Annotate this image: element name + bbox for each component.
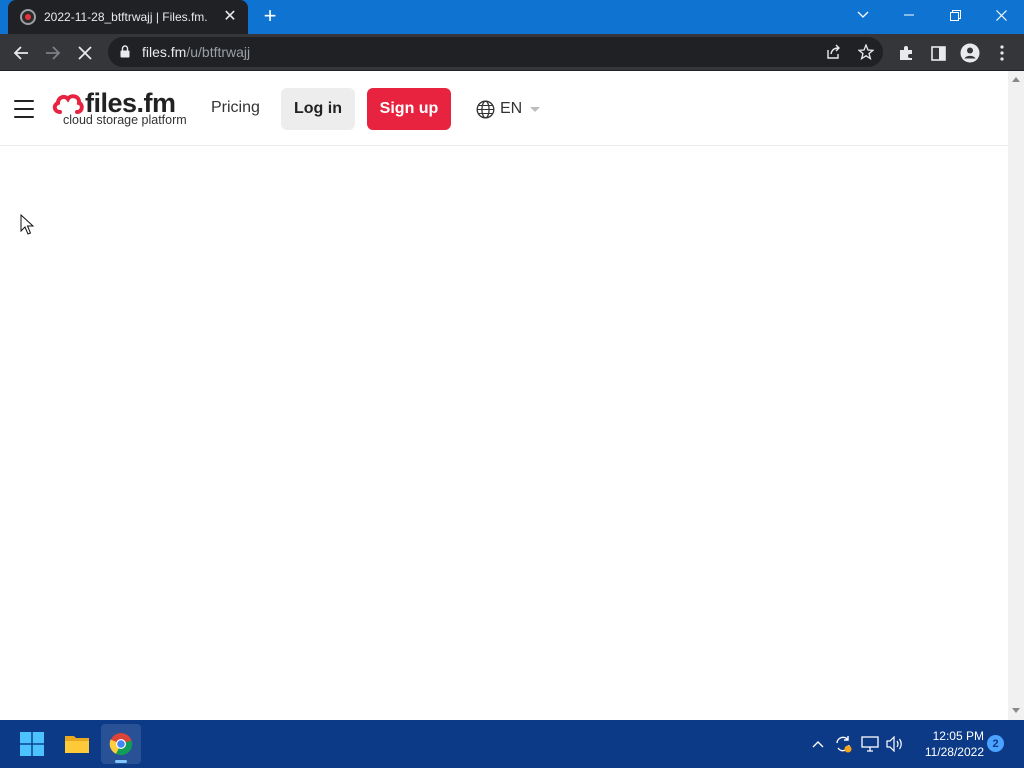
login-button[interactable]: Log in <box>281 88 355 130</box>
address-bar[interactable]: files.fm/u/btftrwajj <box>108 37 883 67</box>
browser-title-bar: 2022-11-28_btftrwajj | Files.fm. ✕ + <box>0 0 1024 34</box>
browser-tab[interactable]: 2022-11-28_btftrwajj | Files.fm. ✕ <box>8 0 248 34</box>
active-app-indicator <box>115 760 127 763</box>
clock-date: 11/28/2022 <box>924 745 984 759</box>
windows-taskbar: 12:05 PM 11/28/2022 <box>0 720 1024 768</box>
files-fm-favicon-icon <box>20 9 36 25</box>
minimize-button[interactable] <box>886 0 932 30</box>
side-panel-icon <box>930 45 946 61</box>
url-path: /u/btftrwajj <box>186 44 251 60</box>
site-header: files.fm cloud storage platform Pricing … <box>0 71 1008 146</box>
restore-button[interactable] <box>932 0 978 30</box>
system-clock[interactable]: 12:05 PM 11/28/2022 <box>912 728 984 760</box>
profile-icon <box>960 43 980 63</box>
forward-arrow-icon <box>46 46 61 60</box>
tab-search-button[interactable] <box>840 0 886 30</box>
hamburger-menu-icon[interactable] <box>14 100 34 118</box>
url-text[interactable]: files.fm/u/btftrwajj <box>142 44 250 60</box>
volume-icon <box>886 736 902 752</box>
browser-toolbar: files.fm/u/btftrwajj <box>0 34 1024 71</box>
page-viewport: files.fm cloud storage platform Pricing … <box>0 71 1008 720</box>
close-window-button[interactable] <box>978 0 1024 30</box>
clock-time: 12:05 PM <box>932 729 984 743</box>
vertical-scrollbar[interactable] <box>1008 71 1024 720</box>
nav-pricing-link[interactable]: Pricing <box>211 99 260 117</box>
tab-title: 2022-11-28_btftrwajj | Files.fm. <box>44 10 208 24</box>
back-arrow-icon <box>13 46 28 60</box>
url-domain: files.fm <box>142 44 187 60</box>
logo-tagline: cloud storage platform <box>63 113 187 127</box>
sync-tray-button[interactable] <box>833 734 853 754</box>
network-icon <box>861 736 879 752</box>
star-icon[interactable] <box>858 44 874 60</box>
volume-tray-button[interactable] <box>885 734 905 754</box>
share-icon[interactable] <box>825 44 841 60</box>
side-panel-button[interactable] <box>925 40 951 66</box>
profile-button[interactable] <box>957 40 983 66</box>
lock-icon[interactable] <box>120 45 130 58</box>
tab-close-button[interactable]: ✕ <box>222 9 238 25</box>
signup-button[interactable]: Sign up <box>367 88 451 130</box>
chrome-icon <box>109 733 133 756</box>
new-tab-button[interactable]: + <box>258 5 282 28</box>
globe-icon <box>476 100 495 118</box>
language-label: EN <box>500 100 523 117</box>
extensions-icon <box>900 46 912 60</box>
chevron-down-icon <box>857 11 869 18</box>
notification-badge[interactable]: 2 <box>987 735 1004 752</box>
minimize-icon <box>904 14 914 16</box>
menu-dots-icon <box>1000 45 1004 61</box>
chevron-up-icon <box>812 741 824 748</box>
caret-down-icon <box>530 106 541 112</box>
stop-loading-icon <box>78 46 92 60</box>
sync-icon <box>836 736 852 753</box>
scroll-up-arrow-icon[interactable] <box>1012 77 1020 82</box>
forward-button[interactable] <box>40 40 66 66</box>
file-explorer-button[interactable] <box>57 724 97 764</box>
extensions-button[interactable] <box>893 40 919 66</box>
scroll-down-arrow-icon[interactable] <box>1012 708 1020 713</box>
file-explorer-icon <box>65 736 89 753</box>
windows-start-icon <box>20 732 44 756</box>
stop-loading-button[interactable] <box>72 40 98 66</box>
browser-menu-button[interactable] <box>989 40 1015 66</box>
back-button[interactable] <box>8 40 34 66</box>
restore-icon <box>949 9 961 21</box>
show-hidden-icons-button[interactable] <box>808 734 828 754</box>
close-icon <box>995 9 1007 21</box>
mouse-pointer-icon <box>20 214 34 235</box>
language-selector[interactable]: EN <box>476 97 541 121</box>
files-fm-logo[interactable]: files.fm cloud storage platform <box>52 88 192 130</box>
start-button[interactable] <box>12 724 52 764</box>
network-tray-button[interactable] <box>860 734 880 754</box>
chrome-taskbar-button[interactable] <box>101 724 141 764</box>
